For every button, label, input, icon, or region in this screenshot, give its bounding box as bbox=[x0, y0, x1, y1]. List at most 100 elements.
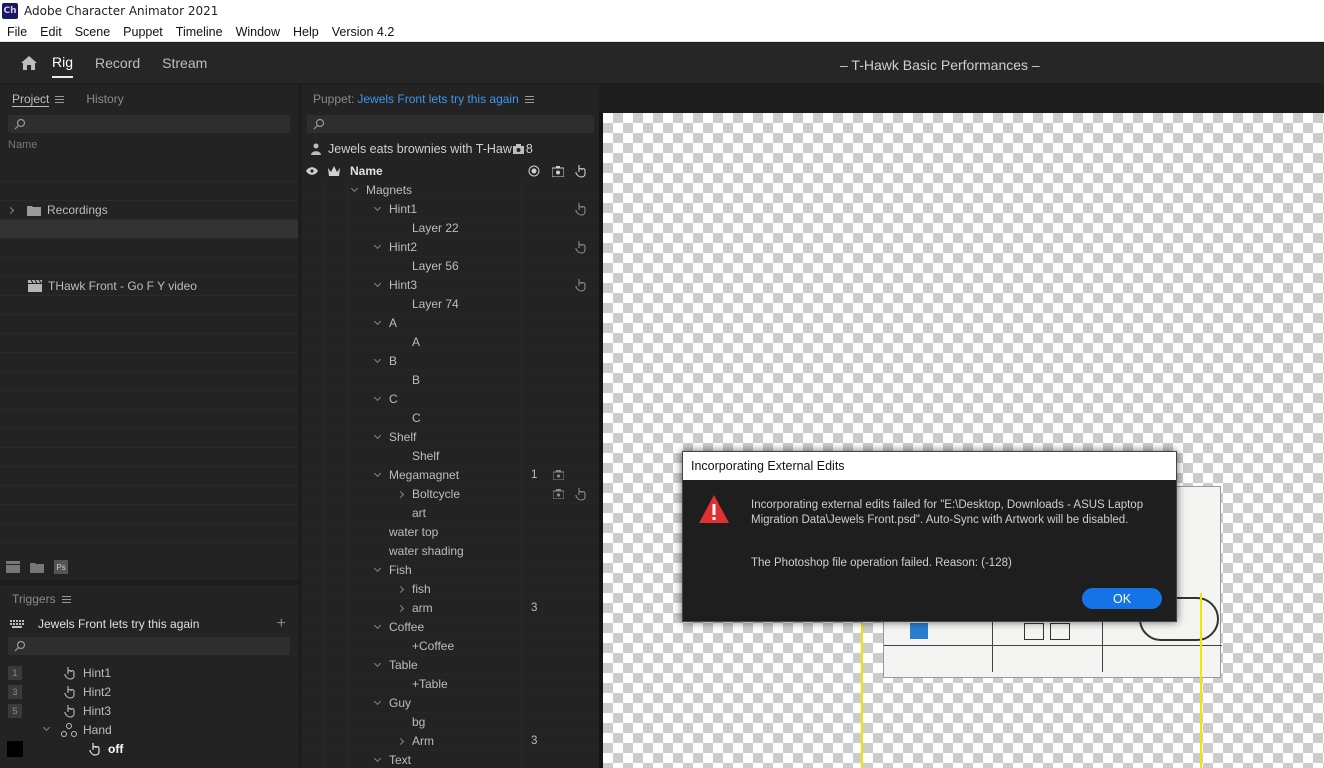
row-toggle-columns[interactable] bbox=[302, 390, 348, 408]
menu-edit[interactable]: Edit bbox=[33, 25, 68, 39]
camera-icon[interactable] bbox=[553, 470, 564, 480]
row-toggle-columns[interactable] bbox=[302, 352, 348, 370]
chevron-right-icon[interactable] bbox=[396, 490, 405, 499]
layer-row[interactable]: +Coffee bbox=[302, 637, 599, 656]
menu-help[interactable]: Help bbox=[286, 25, 325, 39]
layer-row[interactable]: Guy bbox=[302, 694, 599, 713]
chevron-down-icon[interactable] bbox=[373, 317, 382, 326]
row-toggle-columns[interactable] bbox=[302, 238, 348, 256]
panel-menu-icon[interactable] bbox=[524, 95, 534, 103]
row-toggle-columns[interactable] bbox=[302, 580, 348, 598]
layer-row[interactable]: Coffee bbox=[302, 618, 599, 637]
puppet-name-link[interactable]: Jewels Front lets try this again bbox=[357, 92, 518, 106]
list-item[interactable]: 5 Hint3 bbox=[0, 701, 298, 720]
chevron-down-icon[interactable] bbox=[373, 393, 382, 402]
row-toggle-columns[interactable] bbox=[302, 466, 348, 484]
tab-stream[interactable]: Stream bbox=[162, 49, 207, 77]
camera-icon[interactable] bbox=[553, 489, 564, 499]
new-folder-icon[interactable] bbox=[30, 562, 44, 573]
eye-icon[interactable] bbox=[306, 167, 318, 175]
panel-menu-icon[interactable] bbox=[61, 595, 71, 603]
layer-row[interactable]: Hint1 bbox=[302, 200, 599, 219]
list-item[interactable]: 1 Hint1 bbox=[0, 663, 298, 682]
layer-row[interactable]: Hint3 bbox=[302, 276, 599, 295]
project-search-input[interactable] bbox=[8, 115, 290, 133]
row-toggle-columns[interactable] bbox=[302, 599, 348, 617]
chevron-down-icon[interactable] bbox=[373, 621, 382, 630]
chevron-down-icon[interactable] bbox=[42, 723, 51, 732]
row-toggle-columns[interactable] bbox=[302, 618, 348, 636]
row-toggle-columns[interactable] bbox=[302, 713, 348, 731]
chevron-down-icon[interactable] bbox=[373, 355, 382, 364]
chevron-right-icon[interactable] bbox=[396, 737, 405, 746]
ok-button[interactable]: OK bbox=[1082, 588, 1162, 609]
row-toggle-columns[interactable] bbox=[302, 447, 348, 465]
puppet-column-name[interactable]: Name bbox=[350, 164, 383, 178]
list-item[interactable]: Recordings bbox=[0, 201, 298, 220]
project-column-name[interactable]: Name bbox=[0, 133, 298, 153]
hand-pointer-icon[interactable] bbox=[575, 278, 588, 292]
row-toggle-columns[interactable] bbox=[302, 295, 348, 313]
row-toggle-columns[interactable] bbox=[302, 751, 348, 768]
chevron-down-icon[interactable] bbox=[373, 203, 382, 212]
layer-row[interactable]: B bbox=[302, 371, 599, 390]
row-toggle-columns[interactable] bbox=[302, 219, 348, 237]
row-toggle-columns[interactable] bbox=[302, 257, 348, 275]
menu-version[interactable]: Version 4.2 bbox=[325, 25, 401, 39]
layer-row[interactable]: B bbox=[302, 352, 599, 371]
menu-window[interactable]: Window bbox=[229, 25, 286, 39]
chevron-down-icon[interactable] bbox=[373, 659, 382, 668]
crown-icon[interactable] bbox=[328, 166, 340, 176]
layer-row[interactable]: Arm 3 bbox=[302, 732, 599, 751]
layer-row[interactable]: Fish bbox=[302, 561, 599, 580]
chevron-right-icon[interactable] bbox=[6, 206, 15, 214]
photoshop-icon[interactable]: Ps bbox=[54, 560, 68, 574]
row-toggle-columns[interactable] bbox=[302, 333, 348, 351]
chevron-down-icon[interactable] bbox=[373, 241, 382, 250]
layer-row[interactable]: Shelf bbox=[302, 447, 599, 466]
layer-row[interactable]: bg bbox=[302, 713, 599, 732]
layer-row[interactable]: C bbox=[302, 409, 599, 428]
chevron-down-icon[interactable] bbox=[373, 469, 382, 478]
row-toggle-columns[interactable] bbox=[302, 276, 348, 294]
tab-project[interactable]: Project bbox=[12, 92, 50, 107]
tab-history[interactable]: History bbox=[86, 92, 123, 106]
menu-scene[interactable]: Scene bbox=[68, 25, 116, 39]
list-item[interactable]: Hand bbox=[0, 720, 298, 739]
tab-rig[interactable]: Rig bbox=[52, 48, 74, 78]
layer-row[interactable]: A bbox=[302, 333, 599, 352]
row-toggle-columns[interactable] bbox=[302, 656, 348, 674]
layer-row[interactable]: Magnets bbox=[302, 181, 599, 200]
row-toggle-columns[interactable] bbox=[302, 561, 348, 579]
layer-row[interactable]: Table bbox=[302, 656, 599, 675]
layer-row[interactable]: Boltcycle bbox=[302, 485, 599, 504]
row-toggle-columns[interactable] bbox=[302, 200, 348, 218]
layer-row[interactable]: water shading bbox=[302, 542, 599, 561]
row-toggle-columns[interactable] bbox=[302, 409, 348, 427]
row-toggle-columns[interactable] bbox=[302, 504, 348, 522]
layer-row[interactable]: Text bbox=[302, 751, 599, 768]
layer-row[interactable]: C bbox=[302, 390, 599, 409]
hand-pointer-icon[interactable] bbox=[575, 487, 588, 501]
row-toggle-columns[interactable] bbox=[302, 637, 348, 655]
puppet-search-input[interactable] bbox=[307, 115, 594, 133]
list-item[interactable]: 3 Hint2 bbox=[0, 682, 298, 701]
layer-row[interactable]: arm 3 bbox=[302, 599, 599, 618]
menu-puppet[interactable]: Puppet bbox=[116, 25, 169, 39]
layer-row[interactable]: Layer 56 bbox=[302, 257, 599, 276]
layer-row[interactable]: +Table bbox=[302, 675, 599, 694]
chevron-down-icon[interactable] bbox=[373, 697, 382, 706]
row-toggle-columns[interactable] bbox=[302, 694, 348, 712]
layer-row[interactable]: art bbox=[302, 504, 599, 523]
layer-row[interactable]: fish bbox=[302, 580, 599, 599]
chevron-down-icon[interactable] bbox=[350, 184, 359, 193]
row-toggle-columns[interactable] bbox=[302, 428, 348, 446]
chevron-down-icon[interactable] bbox=[373, 431, 382, 440]
chevron-right-icon[interactable] bbox=[396, 585, 405, 594]
chevron-right-icon[interactable] bbox=[396, 604, 405, 613]
layer-row[interactable]: Hint2 bbox=[302, 238, 599, 257]
list-item[interactable]: off bbox=[0, 739, 298, 758]
row-toggle-columns[interactable] bbox=[302, 371, 348, 389]
home-icon[interactable] bbox=[20, 54, 38, 72]
chevron-down-icon[interactable] bbox=[373, 754, 382, 763]
